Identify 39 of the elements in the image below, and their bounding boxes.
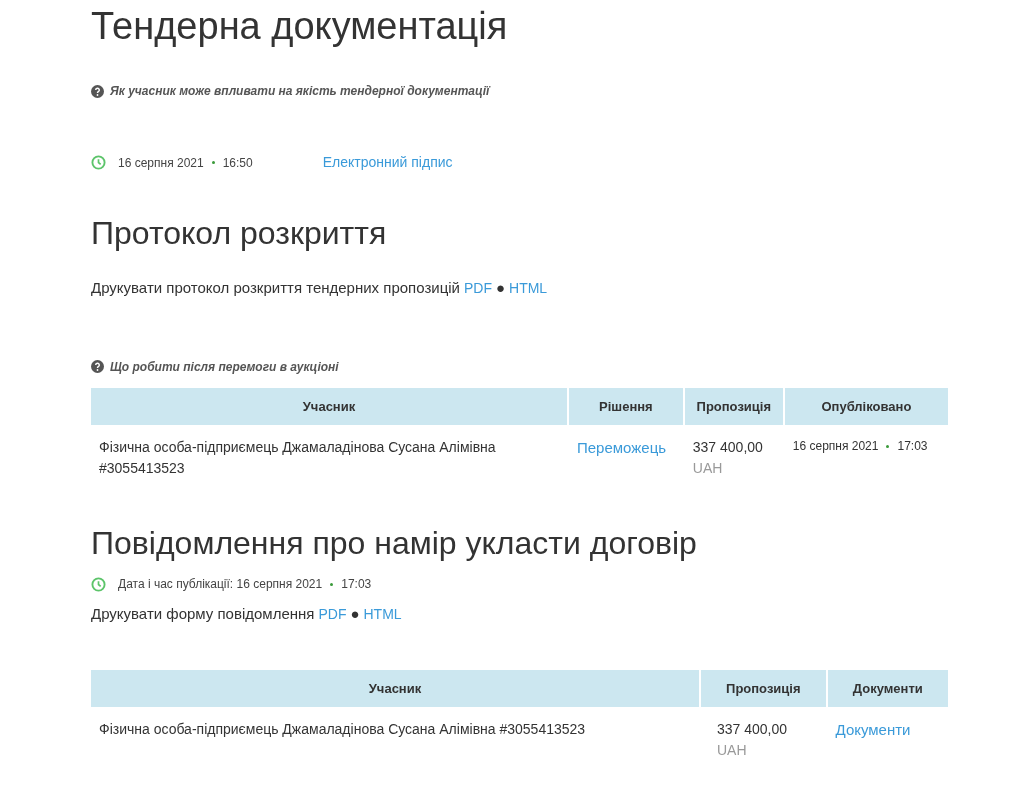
currency-text: UAH [692, 459, 724, 478]
clock-icon [91, 576, 106, 592]
column-header: Пропозиція [701, 669, 826, 707]
document-link[interactable]: PDF [318, 604, 347, 625]
currency-text: UAH [717, 741, 748, 760]
print-text: Друкувати протокол розкриття тендерних пропозицій [91, 278, 460, 298]
documents-link[interactable]: Документи [835, 721, 911, 738]
published-text: Дата і час публікації: 16 серпня 2021 [118, 576, 323, 593]
document-link[interactable]: PDF [463, 278, 492, 299]
column-header: Опубліковано [784, 387, 948, 425]
amount-text: 337 400,00 [692, 438, 764, 457]
column-header: Учасник [91, 387, 567, 425]
help-link[interactable]: Як учасник може впливати на якість тендерної документації [110, 82, 490, 100]
section-heading: Тендерна документація [91, 4, 509, 49]
decision-link[interactable]: Переможець [577, 439, 667, 456]
column-header: Учасник [91, 669, 699, 707]
print-text: Друкувати форму повідомлення [91, 604, 315, 624]
signature-link[interactable]: Електронний підпис [322, 152, 453, 173]
section-heading: Повідомлення про намір укласти договір [91, 524, 698, 563]
time-text: 17:03 [341, 576, 372, 593]
participant-cell-text: Фізична особа-підприємець Джамаладінова Сусана Алімівна #3055413523 [98, 438, 497, 478]
help-icon [91, 360, 104, 373]
document-link[interactable]: HTML [509, 278, 548, 299]
time-text: 16:50 [222, 154, 253, 172]
help-icon [91, 84, 104, 98]
date-text: 16 серпня 2021 [118, 154, 204, 172]
participant-cell-text: Фізична особа-підприємець Джамаладінова Сусана Алімівна #3055413523 [98, 720, 587, 739]
column-header: Пропозиція [684, 387, 783, 425]
date-text: 16 серпня 2021 [792, 438, 879, 455]
clock-icon [91, 155, 106, 170]
separator-text: ● [350, 604, 360, 624]
help-link[interactable]: Що робити після перемоги в аукціоні [110, 357, 339, 376]
column-header: Рішення [569, 387, 683, 425]
section-heading: Протокол розкриття [91, 214, 388, 253]
document-link[interactable]: HTML [363, 604, 402, 625]
amount-text: 337 400,00 [717, 720, 789, 739]
column-header: Документи [827, 669, 948, 707]
separator-text: ● [495, 278, 505, 298]
time-text: 17:03 [897, 438, 928, 455]
